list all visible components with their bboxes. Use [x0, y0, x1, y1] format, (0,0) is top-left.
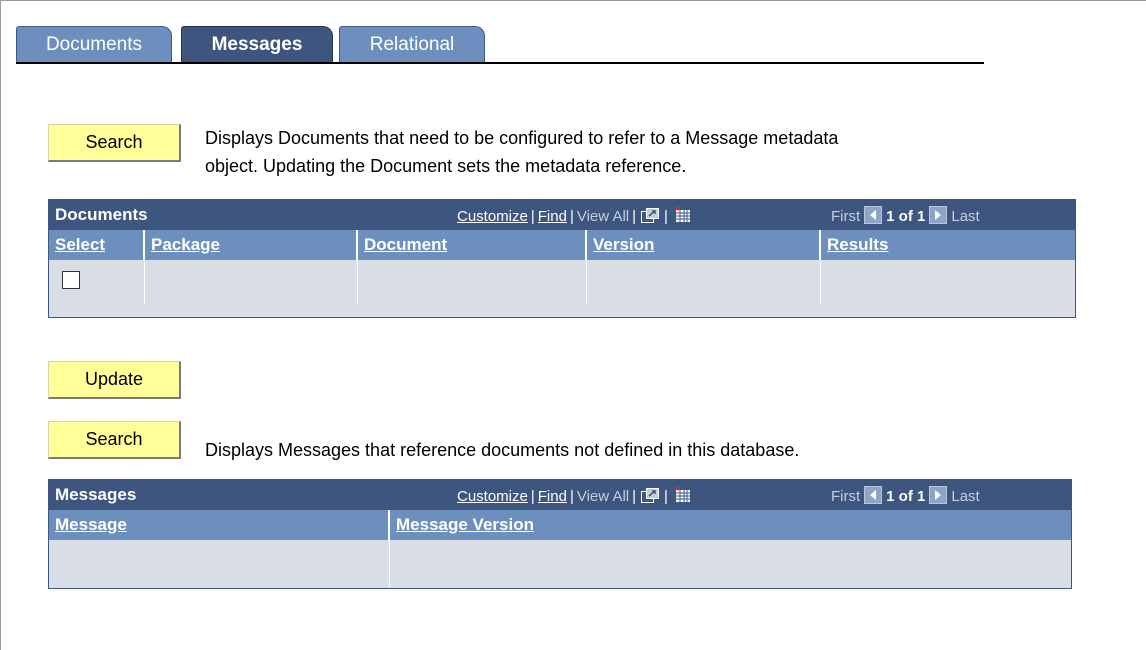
- table-row-message-cell: [49, 541, 390, 587]
- select-checkbox[interactable]: [62, 271, 80, 289]
- documents-grid-toolbar: Customize | Find | View All | |: [457, 207, 691, 225]
- messages-grid: Messages Customize | Find | View All | | First…: [48, 479, 1072, 589]
- page-count: 1 of 1: [886, 208, 926, 225]
- messages-grid-pager: First 1 of 1 Last: [831, 486, 980, 505]
- first-label[interactable]: First: [831, 488, 860, 505]
- documents-grid: Documents Customize | Find | View All | | Firs…: [48, 199, 1076, 318]
- arrow-right-icon[interactable]: [929, 206, 948, 224]
- tab-documents[interactable]: Documents: [16, 26, 172, 62]
- view-all-link[interactable]: View All: [577, 208, 629, 225]
- tab-messages[interactable]: Messages: [181, 26, 333, 64]
- frame-border-top: [0, 0, 1146, 1]
- find-link[interactable]: Find: [538, 208, 567, 225]
- tab-bar: Documents Messages Relational: [16, 26, 984, 64]
- table-row-select-cell: [49, 261, 145, 304]
- separator: |: [569, 488, 574, 505]
- messages-grid-toolbar: Customize | Find | View All | |: [457, 487, 691, 505]
- new-window-icon[interactable]: [641, 208, 660, 223]
- last-label[interactable]: Last: [951, 208, 979, 225]
- customize-link[interactable]: Customize: [457, 208, 528, 225]
- tab-relational[interactable]: Relational: [339, 26, 485, 62]
- separator: |: [632, 208, 637, 225]
- documents-grid-pager: First 1 of 1 Last: [831, 206, 980, 225]
- column-document[interactable]: Document: [358, 230, 587, 260]
- download-grid-icon[interactable]: [674, 487, 691, 503]
- update-button[interactable]: Update: [48, 361, 181, 399]
- frame-border-left: [0, 0, 1, 650]
- search-documents-button[interactable]: Search: [48, 124, 181, 162]
- arrow-left-icon[interactable]: [864, 206, 883, 224]
- separator: |: [664, 488, 668, 505]
- download-grid-icon[interactable]: [674, 207, 691, 223]
- column-results[interactable]: Results: [821, 230, 1075, 260]
- page-count: 1 of 1: [886, 488, 926, 505]
- separator: |: [632, 488, 637, 505]
- arrow-right-icon[interactable]: [929, 486, 948, 504]
- column-select[interactable]: Select: [49, 230, 145, 260]
- description-line-2: object. Updating the Document sets the m…: [205, 156, 687, 176]
- search-documents-description: Displays Documents that need to be confi…: [205, 124, 838, 180]
- column-package[interactable]: Package: [145, 230, 358, 260]
- last-label[interactable]: Last: [951, 488, 979, 505]
- separator: |: [664, 208, 668, 225]
- table-row-package-cell: [145, 261, 358, 304]
- separator: |: [530, 488, 535, 505]
- find-link[interactable]: Find: [538, 488, 567, 505]
- column-message-version[interactable]: Message Version: [390, 510, 1071, 540]
- search-messages-description: Displays Messages that reference documen…: [205, 440, 800, 460]
- table-row-message-version-cell: [390, 541, 1071, 587]
- separator: |: [530, 208, 535, 225]
- customize-link[interactable]: Customize: [457, 488, 528, 505]
- column-message[interactable]: Message: [49, 510, 390, 540]
- table-row-document-cell: [358, 261, 587, 304]
- separator: |: [569, 208, 574, 225]
- tab-underline: [16, 62, 984, 64]
- search-messages-button[interactable]: Search: [48, 421, 181, 459]
- messages-grid-title: Messages: [55, 485, 137, 504]
- arrow-left-icon[interactable]: [864, 486, 883, 504]
- documents-grid-title: Documents: [55, 205, 148, 224]
- description-line-1: Displays Documents that need to be confi…: [205, 128, 839, 148]
- table-row-results-cell: [821, 261, 1075, 304]
- new-window-icon[interactable]: [641, 488, 660, 503]
- table-row-version-cell: [587, 261, 821, 304]
- view-all-link[interactable]: View All: [577, 488, 629, 505]
- documents-grid-header: Documents Customize | Find | View All | | Firs…: [49, 200, 1075, 230]
- first-label[interactable]: First: [831, 208, 860, 225]
- column-version[interactable]: Version: [587, 230, 821, 260]
- messages-grid-header: Messages Customize | Find | View All | | First…: [49, 480, 1071, 510]
